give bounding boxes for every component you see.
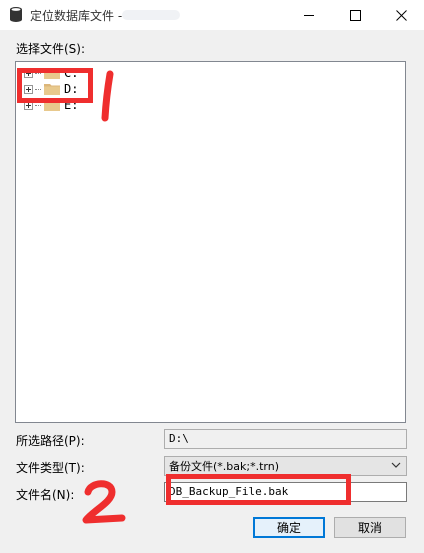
redacted-title-text (122, 10, 180, 20)
window-title: 定位数据库文件 - (30, 9, 123, 23)
chevron-down-icon (391, 462, 401, 468)
selected-path-field: D:\ (164, 429, 407, 449)
minimize-icon (303, 14, 314, 16)
file-type-value: 备份文件(*.bak;*.trn) (169, 460, 279, 473)
annotation-box-1 (17, 68, 93, 103)
close-icon (395, 9, 407, 21)
maximize-icon (349, 9, 361, 21)
file-name-label: 文件名(N): (16, 488, 75, 502)
close-button[interactable] (378, 0, 424, 30)
file-type-select[interactable]: 备份文件(*.bak;*.trn) (164, 456, 407, 476)
cancel-button[interactable]: 取消 (334, 517, 406, 538)
ok-button[interactable]: 确定 (253, 517, 325, 538)
maximize-button[interactable] (332, 0, 378, 30)
selected-path-label: 所选路径(P): (16, 434, 85, 448)
annotation-marker-2 (82, 480, 126, 524)
file-tree[interactable]: C: D: E: (15, 61, 406, 423)
file-type-label: 文件类型(T): (16, 461, 85, 475)
database-icon (9, 6, 23, 23)
select-file-label: 选择文件(S): (16, 42, 86, 56)
annotation-marker-1 (101, 70, 114, 122)
minimize-button[interactable] (286, 0, 332, 30)
title-bar: 定位数据库文件 - (0, 0, 424, 30)
annotation-box-2 (166, 474, 351, 505)
